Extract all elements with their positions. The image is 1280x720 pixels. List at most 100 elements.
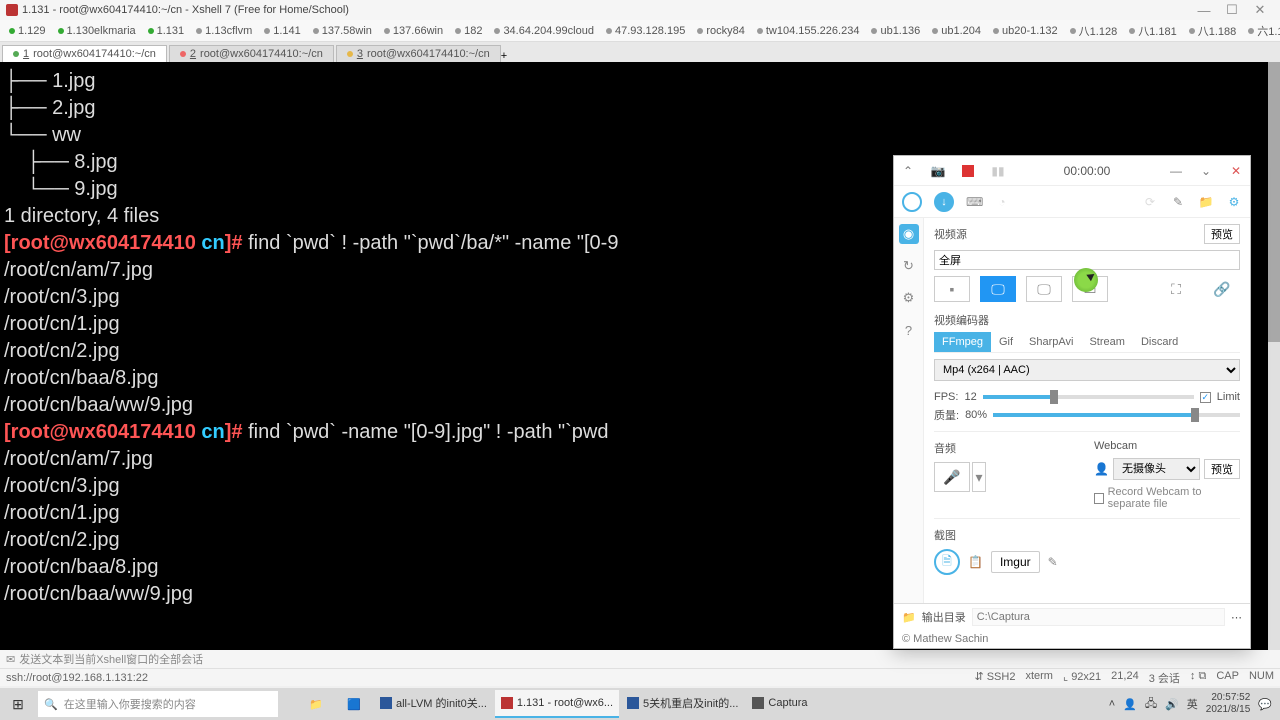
terminal-line: ├── 1.jpg <box>4 68 1276 95</box>
session-tab[interactable]: 2 root@wx604174410:~/cn <box>169 45 334 62</box>
fps-slider[interactable] <box>983 395 1194 399</box>
outdir-more-button[interactable]: ⋯ <box>1231 611 1242 624</box>
webcam-separate-checkbox[interactable] <box>1094 493 1104 504</box>
sidebar-help[interactable]: ? <box>899 320 919 340</box>
cap-minimize-button[interactable]: — <box>1168 163 1184 179</box>
taskbar-pinned-icon[interactable]: 🟦 <box>336 690 372 718</box>
source-link[interactable]: 🔗 <box>1204 276 1240 302</box>
screenshot-edit-button[interactable]: ✎ <box>1048 555 1058 569</box>
session-tab[interactable]: 1 root@wx604174410:~/cn <box>2 45 167 62</box>
limit-checkbox[interactable]: ✓ <box>1200 392 1211 403</box>
tray-volume-icon[interactable]: 🔊 <box>1165 698 1179 711</box>
session-item[interactable]: 1.141 <box>259 25 306 37</box>
taskbar-app[interactable]: 5关机重启及init的... <box>621 690 744 718</box>
new-tab-button[interactable]: + <box>501 50 507 62</box>
session-item[interactable]: ub1.136 <box>866 25 925 37</box>
webcam-select[interactable]: 无摄像头 <box>1113 458 1200 480</box>
gear-icon[interactable]: ⚙ <box>1226 195 1242 209</box>
system-tray[interactable]: ˄ 👤 🖧 🔊 英 20:57:52 2021/8/15 💬 <box>1109 692 1280 716</box>
session-item[interactable]: 1.131 <box>143 25 190 37</box>
encoder-tab[interactable]: Stream <box>1081 332 1132 352</box>
preview-button[interactable]: 预览 <box>1204 224 1240 244</box>
terminal-scrollthumb[interactable] <box>1268 62 1280 342</box>
record-button[interactable] <box>960 163 976 179</box>
connection-string: ssh://root@192.168.1.131:22 <box>6 672 148 684</box>
source-fullscreen[interactable]: ⛶ <box>1158 276 1194 302</box>
session-item[interactable]: 1.130elkmaria <box>53 25 141 37</box>
pause-button[interactable]: ▮▮ <box>990 163 1006 179</box>
encoder-tab[interactable]: Discard <box>1133 332 1186 352</box>
close-button[interactable]: ✕ <box>1246 2 1274 18</box>
mic-dropdown[interactable]: ▾ <box>972 462 986 492</box>
window-titlebar: 1.131 - root@wx604174410:~/cn - Xshell 7… <box>0 0 1280 20</box>
taskbar-pinned-icon[interactable]: 📁 <box>298 690 334 718</box>
camera-icon[interactable]: 📷 <box>930 163 946 179</box>
taskbar-app[interactable]: Captura <box>746 690 813 718</box>
window-title: 1.131 - root@wx604174410:~/cn - Xshell 7… <box>22 4 349 16</box>
tray-network-icon[interactable]: 🖧 <box>1145 695 1157 714</box>
outdir-value[interactable]: C:\Captura <box>972 608 1225 626</box>
cap-expand-button[interactable]: ⌄ <box>1198 163 1214 179</box>
cap-close-button[interactable]: ✕ <box>1228 163 1244 179</box>
session-item[interactable]: 1.13cflvm <box>191 25 257 37</box>
captura-titlebar: ⌃ 📷 ▮▮ 00:00:00 — ⌄ ✕ <box>894 156 1250 186</box>
screenshot-label: 截图 <box>934 527 1240 543</box>
session-item[interactable]: 34.64.204.99cloud <box>489 25 599 37</box>
webcam-preview-button[interactable]: 预览 <box>1204 459 1240 479</box>
tray-chevron-icon[interactable]: ˄ <box>1109 698 1115 710</box>
session-tab[interactable]: 3 root@wx604174410:~/cn <box>336 45 501 62</box>
screenshot-clipboard-button[interactable]: 📋 <box>968 555 983 569</box>
fps-label: FPS: <box>934 391 958 403</box>
status-num: NUM <box>1249 670 1274 686</box>
taskbar-app[interactable]: all-LVM 的init0关... <box>374 690 493 718</box>
pencil-icon[interactable]: ✎ <box>1170 195 1186 209</box>
session-item[interactable]: 137.66win <box>379 25 448 37</box>
session-item[interactable]: 137.58win <box>308 25 377 37</box>
codec-select[interactable]: Mp4 (x264 | AAC) <box>934 359 1240 381</box>
encoder-tab[interactable]: FFmpeg <box>934 332 991 352</box>
minimize-button[interactable]: — <box>1190 3 1218 18</box>
session-item[interactable]: 47.93.128.195 <box>601 25 690 37</box>
session-item[interactable]: 182 <box>450 25 487 37</box>
source-window[interactable]: 🖵 <box>1026 276 1062 302</box>
session-item[interactable]: 六1.166 <box>1243 23 1280 39</box>
cap-up-icon[interactable]: ⌃ <box>900 163 916 179</box>
session-item[interactable]: ub20-1.132 <box>988 25 1063 37</box>
status-sessions: 3 会话 <box>1149 670 1180 686</box>
session-item[interactable]: 八1.128 <box>1065 23 1123 39</box>
session-item[interactable]: 八1.188 <box>1184 23 1242 39</box>
screenshot-disk-button[interactable]: 🗎 <box>934 549 960 575</box>
sidebar-main[interactable]: ◉ <box>899 224 919 244</box>
refresh-icon[interactable]: ⟳ <box>1142 195 1158 209</box>
session-item[interactable]: rocky84 <box>692 25 750 37</box>
video-source-input[interactable] <box>934 250 1240 270</box>
indicator-icon[interactable]: ◔ <box>994 195 1010 209</box>
mic-button[interactable]: 🎤 <box>934 462 970 492</box>
video-source-label: 视频源 <box>934 226 967 242</box>
notification-icon[interactable]: 💬 <box>1258 698 1272 711</box>
encoder-tab[interactable]: Gif <box>991 332 1021 352</box>
captura-toolbar: ↓ ⌨ ◔ ⟳ ✎ 📁 ⚙ <box>894 186 1250 218</box>
keyboard-icon[interactable]: ⌨ <box>966 195 982 209</box>
session-item[interactable]: 1.129 <box>4 25 51 37</box>
encoder-tab[interactable]: SharpAvi <box>1021 332 1081 352</box>
taskbar-app[interactable]: 1.131 - root@wx6... <box>495 690 619 718</box>
session-item[interactable]: tw104.155.226.234 <box>752 25 865 37</box>
session-item[interactable]: ub1.204 <box>927 25 986 37</box>
taskbar-search[interactable]: 🔍 在这里输入你要搜索的内容 <box>38 691 278 717</box>
start-button[interactable]: ⊞ <box>0 688 36 720</box>
maximize-button[interactable]: ☐ <box>1218 2 1246 18</box>
tray-people-icon[interactable]: 👤 <box>1123 698 1137 711</box>
session-item[interactable]: 八1.181 <box>1124 23 1182 39</box>
tray-ime-icon[interactable]: 英 <box>1187 696 1198 712</box>
source-camera[interactable]: ▪ <box>934 276 970 302</box>
sidebar-history[interactable]: ↻ <box>899 256 919 276</box>
source-screen[interactable]: 🖵 <box>980 276 1016 302</box>
tool-circle-2[interactable]: ↓ <box>934 192 954 212</box>
imgur-button[interactable]: Imgur <box>991 551 1040 573</box>
sidebar-settings[interactable]: ⚙ <box>899 288 919 308</box>
tool-circle-1[interactable] <box>902 192 922 212</box>
taskbar-clock[interactable]: 20:57:52 2021/8/15 <box>1206 692 1251 716</box>
folder-icon[interactable]: 📁 <box>1198 195 1214 209</box>
quality-slider[interactable] <box>993 413 1240 417</box>
